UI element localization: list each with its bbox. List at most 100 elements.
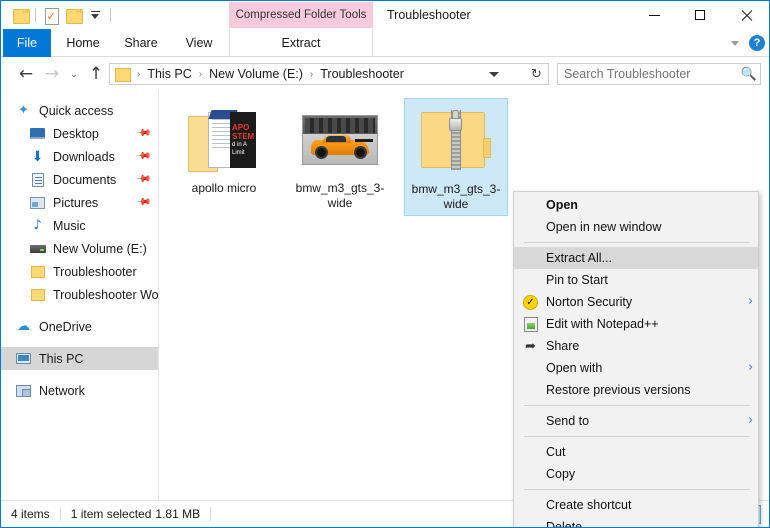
divider <box>110 8 111 22</box>
properties-button[interactable]: ✓ <box>40 4 62 26</box>
file-item-apollo-micro[interactable]: APO STEM d in A Limit apollo micro <box>172 98 276 216</box>
folder-icon <box>13 9 28 22</box>
search-box[interactable]: 🔍 <box>557 63 761 85</box>
breadcrumb-this-pc[interactable]: This PC <box>145 67 193 81</box>
minimize-icon <box>649 15 660 16</box>
sidebar-item-troubleshooter[interactable]: Troubleshooter <box>1 260 158 283</box>
breadcrumb-separator: › <box>305 69 318 80</box>
file-name-label: bmw_m3_gts_3-wide <box>406 182 506 212</box>
forward-button[interactable]: → <box>39 61 65 87</box>
file-thumbnail <box>302 104 378 176</box>
tab-home[interactable]: Home <box>57 29 109 57</box>
ribbon-tab-bar: File Home Share View Extract ? <box>1 29 769 57</box>
sidebar-item-label: Pictures <box>53 196 98 210</box>
sidebar-item-troubleshooter-work[interactable]: Troubleshooter Wor <box>1 283 158 306</box>
address-dropdown-button[interactable] <box>484 64 504 84</box>
file-thumbnail <box>418 105 494 177</box>
refresh-button[interactable]: ↻ <box>525 63 549 85</box>
downloads-icon: ⬇ <box>29 149 46 165</box>
pictures-icon <box>29 195 46 211</box>
menu-item-delete[interactable]: Delete <box>514 516 758 528</box>
explorer-body: ✦ Quick access Desktop 📌 ⬇ Downloads 📌 D… <box>1 90 769 500</box>
help-icon[interactable]: ? <box>749 35 765 51</box>
context-menu: Open Open in new window Extract All... P… <box>513 191 759 528</box>
breadcrumb-separator: › <box>194 69 207 80</box>
menu-separator <box>524 405 750 406</box>
title-bar: ✓ Compressed Folder Tools Troubleshooter <box>1 1 769 29</box>
menu-item-cut[interactable]: Cut <box>514 441 758 463</box>
tab-file[interactable]: File <box>3 29 51 57</box>
back-button[interactable]: ← <box>13 61 39 87</box>
menu-separator <box>524 436 750 437</box>
drive-icon <box>29 241 46 257</box>
music-icon: ♪ <box>29 218 46 234</box>
new-folder-button-2[interactable] <box>62 4 84 26</box>
recent-locations-button[interactable]: ⌄ <box>65 61 83 87</box>
sidebar-item-label: This PC <box>39 352 83 366</box>
minimize-button[interactable] <box>631 1 677 29</box>
contextual-tab-group-label: Compressed Folder Tools <box>229 2 373 28</box>
breadcrumb-separator: › <box>132 69 145 80</box>
chevron-down-icon[interactable] <box>731 41 739 46</box>
up-button[interactable]: ↑ <box>83 61 109 87</box>
chevron-down-icon <box>489 72 499 77</box>
file-item-bmw-zip[interactable]: bmw_m3_gts_3-wide <box>404 98 508 216</box>
folder-icon <box>115 68 129 80</box>
menu-item-pin-to-start[interactable]: Pin to Start <box>514 269 758 291</box>
menu-item-create-shortcut[interactable]: Create shortcut <box>514 494 758 516</box>
tab-view[interactable]: View <box>173 29 225 57</box>
sidebar-item-label: Music <box>53 219 86 233</box>
image-thumbnail <box>302 115 378 165</box>
sidebar-item-label: New Volume (E:) <box>53 242 147 256</box>
sidebar-item-downloads[interactable]: ⬇ Downloads 📌 <box>1 145 158 168</box>
new-folder-button[interactable] <box>9 4 31 26</box>
breadcrumb-troubleshooter[interactable]: Troubleshooter <box>318 67 406 81</box>
tab-share[interactable]: Share <box>113 29 169 57</box>
sidebar-item-pictures[interactable]: Pictures 📌 <box>1 191 158 214</box>
customize-qat-button[interactable] <box>84 4 106 26</box>
menu-item-restore-previous-versions[interactable]: Restore previous versions <box>514 379 758 401</box>
menu-item-send-to[interactable]: Send to › <box>514 410 758 432</box>
sidebar-item-new-volume-e[interactable]: New Volume (E:) <box>1 237 158 260</box>
maximize-button[interactable] <box>677 1 723 29</box>
pin-icon: 📌 <box>134 125 151 142</box>
norton-icon: ✓ <box>522 294 539 310</box>
menu-item-open-in-new-window[interactable]: Open in new window <box>514 216 758 238</box>
folder-icon <box>29 287 46 303</box>
address-bar[interactable]: › This PC › New Volume (E:) › Troublesho… <box>109 63 529 85</box>
sidebar-item-label: Quick access <box>39 104 113 118</box>
divider <box>210 507 211 521</box>
search-icon[interactable]: 🔍 <box>738 67 760 82</box>
menu-item-norton-security[interactable]: ✓ Norton Security › <box>514 291 758 313</box>
selection-size-label: 1.81 MB <box>155 506 210 522</box>
search-input[interactable] <box>558 67 738 81</box>
folder-with-documents-icon: APO STEM d in A Limit <box>188 108 260 172</box>
breadcrumb-new-volume-e[interactable]: New Volume (E:) <box>207 67 305 81</box>
sidebar-item-label: Desktop <box>53 127 99 141</box>
sidebar-item-this-pc[interactable]: This PC <box>1 347 158 370</box>
menu-item-copy[interactable]: Copy <box>514 463 758 485</box>
sidebar-item-onedrive[interactable]: ☁ OneDrive <box>1 315 158 338</box>
sidebar-item-label: Troubleshooter <box>53 265 137 279</box>
sidebar-item-label: OneDrive <box>39 320 92 334</box>
tab-extract[interactable]: Extract <box>229 29 373 57</box>
menu-item-open[interactable]: Open <box>514 194 758 216</box>
sidebar-item-network[interactable]: Network <box>1 379 158 402</box>
file-item-bmw-image[interactable]: bmw_m3_gts_3-wide <box>288 98 392 216</box>
file-name-label: apollo micro <box>174 181 274 196</box>
menu-item-share[interactable]: ➦ Share <box>514 335 758 357</box>
sidebar-item-desktop[interactable]: Desktop 📌 <box>1 122 158 145</box>
sidebar-item-label: Network <box>39 384 85 398</box>
sidebar-item-documents[interactable]: Documents 📌 <box>1 168 158 191</box>
notepadpp-icon <box>522 316 539 332</box>
menu-item-edit-with-notepadpp[interactable]: Edit with Notepad++ <box>514 313 758 335</box>
menu-item-open-with[interactable]: Open with › <box>514 357 758 379</box>
close-button[interactable] <box>723 1 769 29</box>
sidebar-item-label: Documents <box>53 173 116 187</box>
menu-item-extract-all[interactable]: Extract All... <box>514 247 758 269</box>
window-controls <box>631 1 769 29</box>
sidebar-item-quick-access[interactable]: ✦ Quick access <box>1 99 158 122</box>
folder-icon <box>29 264 46 280</box>
page-check-icon: ✓ <box>45 8 58 23</box>
sidebar-item-music[interactable]: ♪ Music <box>1 214 158 237</box>
